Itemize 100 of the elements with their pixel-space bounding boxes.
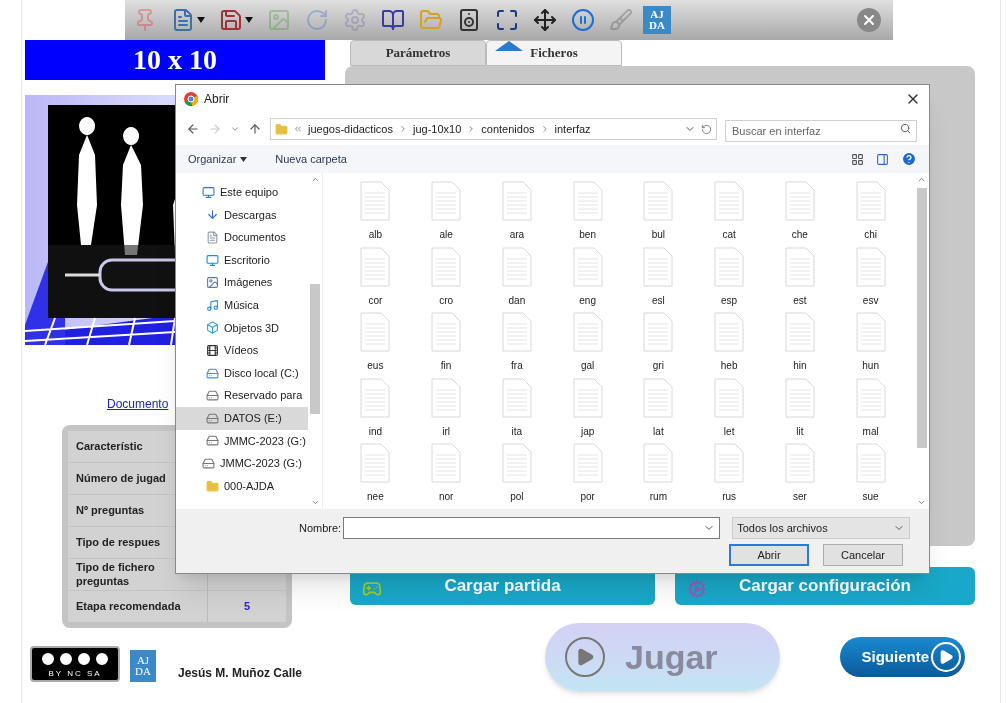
file-name[interactable]: cor	[368, 292, 383, 308]
file-name[interactable]: ben	[579, 227, 596, 242]
file-icon	[855, 377, 886, 418]
file-name[interactable]: cat	[722, 227, 736, 242]
file-name[interactable]: ale	[439, 227, 453, 242]
documents-link[interactable]: Documento	[107, 395, 169, 413]
file-name[interactable]: let	[723, 423, 735, 439]
feature-label: Tipo de respues	[76, 535, 161, 550]
file-name[interactable]: nor	[438, 489, 454, 504]
help-icon[interactable]	[901, 151, 917, 167]
file-name[interactable]: rus	[722, 489, 737, 504]
file-name[interactable]: por	[580, 489, 595, 504]
file-name[interactable]: hin	[793, 358, 807, 373]
search-field[interactable]: Buscar en interfaz	[725, 120, 917, 142]
file-name[interactable]: che	[791, 227, 808, 242]
file-icon	[431, 246, 462, 287]
tab[interactable]: Ficheros	[486, 40, 622, 66]
nav-item[interactable]: Reservado para	[176, 384, 308, 407]
scroll-down-icon[interactable]	[310, 498, 320, 507]
file-name[interactable]: irl	[442, 423, 450, 439]
path-segment[interactable]: jug-10x10	[413, 120, 462, 138]
file-icon	[360, 246, 391, 287]
path-segment[interactable]: contenidos	[481, 120, 535, 138]
file-name[interactable]: fin	[440, 358, 452, 373]
download-icon	[206, 208, 219, 222]
file-name[interactable]: heb	[720, 358, 738, 373]
file-name[interactable]: sue	[862, 489, 879, 504]
file-icon	[360, 377, 391, 418]
nav-item[interactable]: JMMC-2023 (G:)	[176, 452, 308, 475]
feature-label: Etapa recomendada	[76, 599, 181, 614]
command-button[interactable]: Organizar	[188, 150, 248, 168]
file-name[interactable]: ara	[509, 227, 525, 242]
file-type-select[interactable]: Todos los archivos	[732, 517, 911, 539]
file-icon	[855, 312, 886, 352]
address-bar[interactable]: juegos-didacticos jug-10x10 contenidos interfaz	[270, 118, 717, 140]
license-badge: BY NC SA	[30, 646, 120, 682]
nav-item[interactable]: Documentos	[176, 226, 308, 249]
file-name[interactable]: lit	[796, 423, 804, 439]
nav-item[interactable]: Música	[176, 293, 308, 317]
file-name[interactable]: eng	[579, 292, 596, 308]
file-name[interactable]: pol	[510, 489, 524, 504]
file-icon	[501, 246, 532, 287]
close-button[interactable]	[857, 8, 881, 32]
dialog-button[interactable]: Cancelar	[823, 544, 903, 566]
command-button[interactable]: Nueva carpeta	[275, 150, 347, 168]
file-name[interactable]: bul	[651, 227, 666, 242]
nav-item[interactable]: Descargas	[176, 203, 308, 227]
file-icon	[855, 443, 886, 483]
nav-item[interactable]: JMMC-2023 (G:)	[176, 429, 308, 453]
file-name[interactable]: alb	[368, 227, 383, 242]
file-name[interactable]: nee	[367, 489, 384, 504]
file-name[interactable]: esl	[651, 292, 665, 308]
file-name[interactable]: ind	[368, 423, 383, 439]
file-name[interactable]: fra	[511, 358, 523, 373]
nav-item[interactable]: Vídeos	[176, 339, 308, 362]
scroll-up-icon[interactable]	[310, 175, 320, 184]
path-segment[interactable]: interfaz	[554, 120, 591, 138]
path-segment[interactable]: juegos-didacticos	[308, 120, 393, 138]
file-name[interactable]: esv	[862, 292, 879, 308]
file-name[interactable]: rum	[649, 489, 667, 504]
file-name[interactable]: gal	[580, 358, 595, 373]
document-icon	[171, 8, 195, 32]
tab[interactable]: Parámetros	[350, 40, 486, 66]
nav-item[interactable]: 000-AJDA	[176, 474, 308, 498]
file-name[interactable]: esp	[721, 292, 738, 308]
next-button[interactable]: Siguiente	[840, 637, 965, 677]
nav-item[interactable]: Objetos 3D	[176, 316, 308, 340]
preview-pane-icon[interactable]	[876, 152, 889, 166]
file-name[interactable]: jap	[580, 423, 595, 439]
file-name[interactable]: lat	[653, 423, 664, 439]
caret-icon	[240, 156, 248, 162]
file-name[interactable]: chi	[864, 227, 877, 242]
view-icon[interactable]	[851, 152, 864, 166]
nav-item[interactable]: Imágenes	[176, 271, 308, 294]
file-name[interactable]: ita	[511, 423, 523, 439]
double-chevron-icon[interactable]	[293, 124, 303, 134]
up-icon[interactable]	[248, 122, 262, 136]
file-name[interactable]: cro	[439, 292, 454, 308]
scroll-up-icon[interactable]	[917, 175, 926, 184]
file-name[interactable]: est	[793, 292, 807, 308]
file-name[interactable]: mal	[862, 423, 879, 439]
file-icon	[572, 312, 603, 352]
dialog-button[interactable]: Abrir	[729, 544, 809, 566]
nav-item[interactable]: Disco local (C:)	[176, 361, 308, 385]
file-name[interactable]: eus	[367, 358, 384, 373]
nav-label: 000-AJDA	[224, 478, 275, 494]
file-icon	[784, 377, 815, 418]
refresh-icon[interactable]	[701, 123, 712, 135]
name-field[interactable]	[343, 517, 721, 539]
chevron-icon[interactable]	[398, 124, 408, 134]
file-name[interactable]: gri	[652, 358, 664, 373]
nav-item[interactable]: Escritorio	[176, 248, 308, 272]
file-name[interactable]: dan	[508, 292, 526, 308]
nav-item[interactable]: Este equipo	[176, 181, 308, 204]
file-name[interactable]: hun	[862, 358, 879, 373]
scroll-down-icon[interactable]	[917, 498, 926, 507]
history-icon[interactable]	[230, 124, 240, 134]
nav-item[interactable]: DATOS (E:)	[176, 406, 308, 430]
file-name[interactable]: ser	[792, 489, 807, 504]
back-icon[interactable]	[186, 122, 200, 136]
